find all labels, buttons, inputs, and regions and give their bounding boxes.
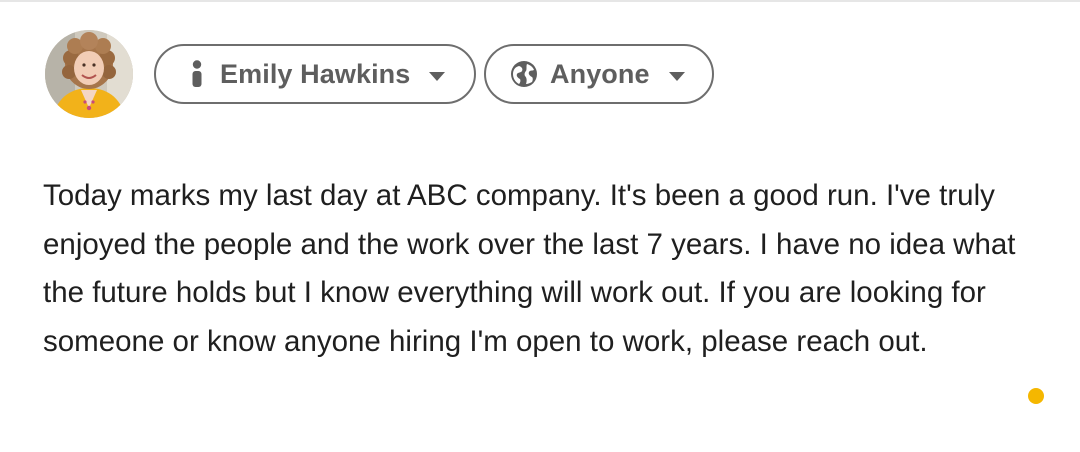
avatar[interactable] <box>45 30 133 118</box>
post-text[interactable]: Today marks my last day at ABC company. … <box>43 172 1053 366</box>
caret-down-icon <box>428 69 446 81</box>
status-indicator-dot <box>1028 388 1044 404</box>
person-icon <box>190 60 204 88</box>
avatar-photo <box>45 30 133 118</box>
top-divider <box>0 0 1080 2</box>
globe-icon <box>510 60 538 88</box>
audience-selector-button[interactable]: Anyone <box>484 44 714 104</box>
audience-label: Anyone <box>550 58 650 89</box>
author-selector-button[interactable]: Emily Hawkins <box>154 44 476 104</box>
author-name: Emily Hawkins <box>220 58 411 89</box>
caret-down-icon <box>668 69 686 81</box>
